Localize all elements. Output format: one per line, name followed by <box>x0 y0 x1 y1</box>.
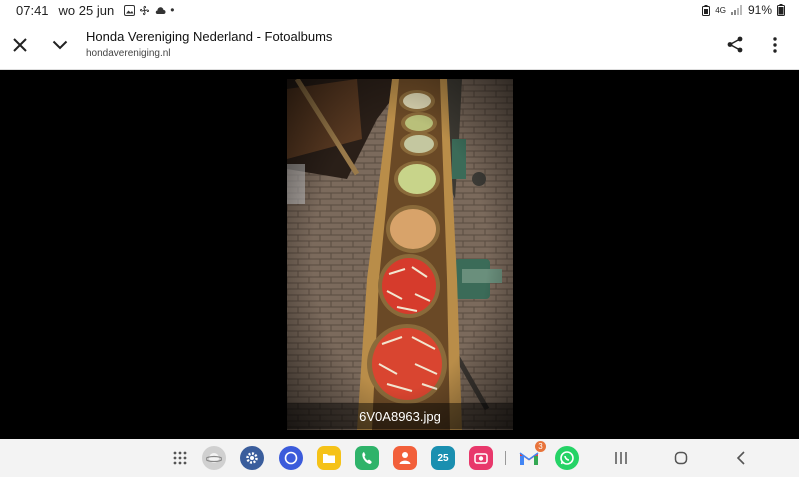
recents-icon <box>615 452 627 464</box>
home-icon <box>674 451 688 465</box>
gmail-app[interactable]: 3 <box>517 441 546 470</box>
photo-filename: 6V0A8963.jpg <box>287 403 513 429</box>
gallery-notification-icon <box>124 4 136 16</box>
phone-app[interactable] <box>355 446 379 470</box>
custom-tab-toolbar: Honda Vereniging Nederland - Fotoalbums … <box>0 20 799 70</box>
weather-notification-icon <box>155 6 166 14</box>
internet-browser-app[interactable] <box>202 446 226 470</box>
photo[interactable] <box>287 79 513 430</box>
folder-icon <box>323 454 335 463</box>
taskbar: 25 3 <box>0 439 799 477</box>
page-title: Honda Vereniging Nederland - Fotoalbums <box>86 28 333 44</box>
photo-image <box>287 79 513 430</box>
recent-apps-button[interactable] <box>609 447 633 469</box>
battery-saver-icon <box>702 4 711 16</box>
close-icon <box>13 37 27 52</box>
more-notifications-dot: • <box>170 3 175 17</box>
battery-percentage: 91% <box>747 3 772 17</box>
battery-icon <box>777 4 785 16</box>
back-button[interactable] <box>729 447 753 469</box>
gear-icon <box>246 452 258 464</box>
settings-app[interactable] <box>240 446 264 470</box>
whatsapp-icon <box>560 451 574 465</box>
whatsapp-app[interactable] <box>555 446 579 470</box>
app-drawer-button[interactable] <box>168 446 192 470</box>
more-vert-icon <box>773 36 777 53</box>
calendar-app[interactable]: 25 <box>431 446 455 470</box>
signal-icon <box>730 5 742 15</box>
taskbar-divider <box>505 451 506 465</box>
calendar-date-label: 25 <box>437 452 449 464</box>
camera-icon <box>474 453 488 464</box>
more-options-button[interactable] <box>755 25 795 65</box>
my-files-app[interactable] <box>317 446 341 470</box>
share-button[interactable] <box>715 25 755 65</box>
messages-app[interactable] <box>279 446 303 470</box>
home-button[interactable] <box>669 447 693 469</box>
minimize-button[interactable] <box>40 25 80 65</box>
phone-icon <box>362 452 372 464</box>
status-date: wo 25 jun <box>58 2 115 18</box>
close-button[interactable] <box>0 25 40 65</box>
apps-grid-icon <box>173 451 187 465</box>
planet-icon <box>206 453 222 463</box>
gmail-icon <box>519 452 539 465</box>
chat-bubble-icon <box>284 451 298 465</box>
network-type: 4G <box>715 5 726 15</box>
screen-recorder-app[interactable] <box>469 446 493 470</box>
fan-notification-icon <box>140 5 150 15</box>
back-icon <box>736 451 745 465</box>
page-info[interactable]: Honda Vereniging Nederland - Fotoalbums … <box>86 29 715 61</box>
person-icon <box>399 452 411 464</box>
photo-viewer[interactable]: 6V0A8963.jpg <box>0 70 799 439</box>
contacts-app[interactable] <box>393 446 417 470</box>
status-bar: 07:41 wo 25 jun • 4G 91% <box>0 0 799 20</box>
share-icon <box>727 36 743 53</box>
page-url: hondavereniging.nl <box>86 47 171 59</box>
chevron-down-icon <box>52 40 68 49</box>
status-time: 07:41 <box>16 2 49 18</box>
gmail-unread-badge: 3 <box>535 441 546 452</box>
